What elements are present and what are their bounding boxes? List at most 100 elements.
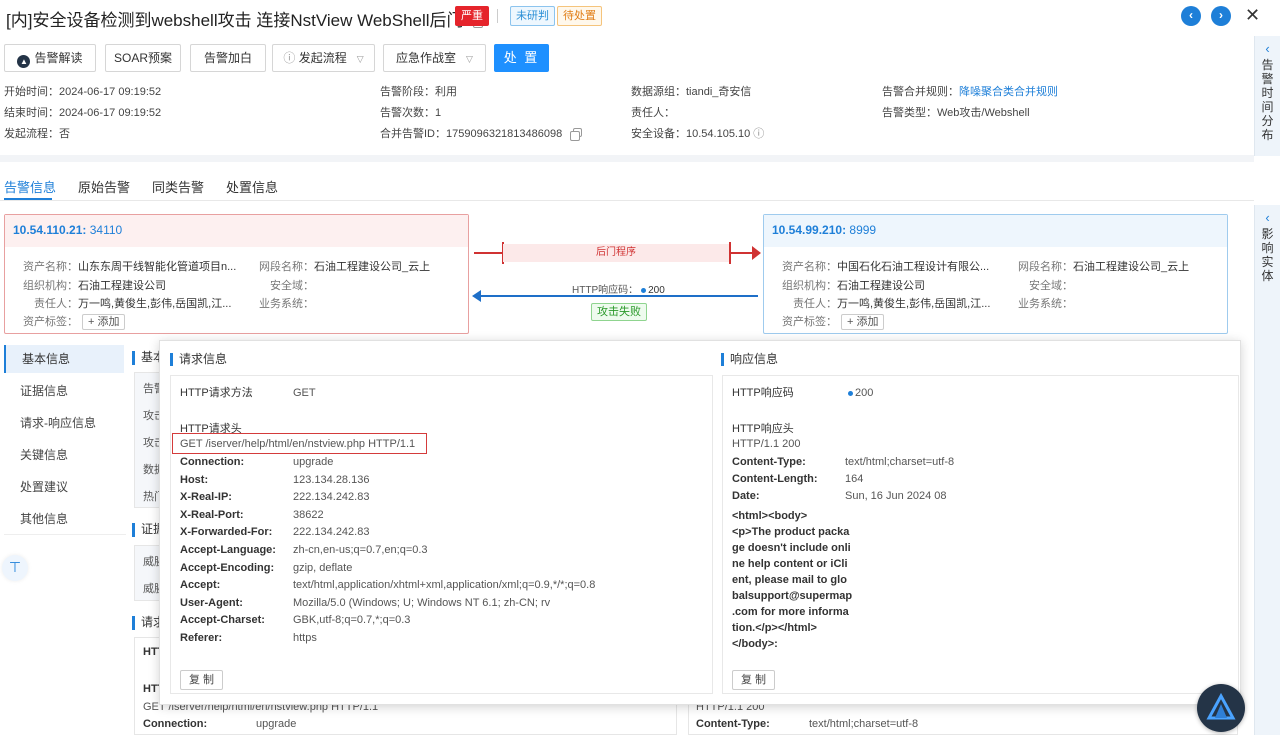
header-value: upgrade [293, 456, 334, 468]
info-icon: ⓘ [283, 51, 296, 65]
response-header-row: Content-Length: 164 [732, 473, 863, 485]
judge-status-badge: 未研判 [510, 6, 555, 26]
tab-raw-alert[interactable]: 原始告警 [78, 177, 130, 196]
source-port: 34110 [89, 223, 123, 237]
alert-whitelist-button[interactable]: 告警加白 [190, 44, 266, 72]
nav-basic-info[interactable]: 基本信息 [4, 345, 124, 373]
tab-divider [0, 200, 1254, 201]
source-biz: 业务系统： [259, 298, 314, 310]
response-info-title: 响应信息 [721, 350, 778, 367]
affected-entity-rail[interactable]: ‹ 影响实体 [1254, 205, 1280, 735]
merge-rule-link[interactable]: 降噪聚合类合并规则 [959, 86, 1058, 98]
alert-type: 告警类型：Web攻击/Webshell [882, 107, 1030, 119]
rail-char: 布 [1261, 128, 1274, 142]
header-key: Date: [732, 490, 760, 503]
assistant-logo-icon[interactable] [1197, 684, 1245, 732]
rail-char: 影 [1261, 227, 1274, 241]
copy-icon[interactable] [570, 128, 583, 141]
header-value: GBK,utf-8;q=0.7,*;q=0.3 [293, 614, 411, 627]
handle-status-badge: 待处置 [557, 6, 602, 26]
add-tag-button[interactable]: + 添加 [82, 314, 126, 330]
header-key: User-Agent: [180, 596, 243, 609]
header-key: Referer: [180, 632, 223, 644]
dest-port: 8999 [849, 223, 877, 237]
alert-time-distribution-rail[interactable]: ‹ 告警时间分布 [1254, 36, 1280, 156]
nav-key-info[interactable]: 关键信息 [4, 441, 124, 469]
prev-alert-button[interactable]: ‹ [1181, 6, 1201, 26]
handle-button[interactable]: 处 置 [494, 44, 549, 72]
alert-count: 告警次数：1 [380, 107, 442, 119]
add-tag-button[interactable]: + 添加 [841, 314, 885, 330]
alert-interpret-button[interactable]: ▲ 告警解读 [4, 44, 96, 72]
response-body-line: <html><body> [732, 510, 808, 522]
source-asset-header: 10.54.110.21: 34110 [5, 215, 468, 247]
rail-char: 警 [1261, 72, 1274, 86]
response-body-line: ge doesn't include onli [732, 542, 851, 554]
source-ip[interactable]: 10.54.110.21: [13, 223, 86, 237]
response-body-line: <p>The product packa [732, 526, 850, 538]
chevron-left-icon: ‹ [1265, 41, 1270, 56]
request-header-row: Accept-Encoding: gzip, deflate [180, 562, 352, 574]
dest-zone: 安全域： [1029, 280, 1073, 292]
info-icon[interactable]: ⓘ [753, 128, 764, 140]
war-room-dropdown[interactable]: 应急作战室 ▽ [383, 44, 486, 72]
section-divider [0, 155, 1254, 162]
request-header-row: Referer: https [180, 632, 317, 644]
rail-char: 告 [1261, 58, 1274, 72]
header-value: 222.134.242.83 [293, 526, 370, 539]
status-dot-icon [848, 390, 853, 396]
request-header-row: X-Real-IP: 222.134.242.83 [180, 491, 369, 503]
security-device: 安全设备：10.54.105.10 ⓘ [631, 128, 765, 140]
rail-char: 间 [1261, 100, 1274, 114]
back-to-top-icon[interactable]: ⊤ [2, 555, 28, 581]
dest-asset-header: 10.54.99.210: 8999 [764, 215, 1227, 247]
response-arrow-line [480, 295, 758, 297]
dest-ip[interactable]: 10.54.99.210: [772, 223, 846, 237]
nav-request-response[interactable]: 请求-响应信息 [4, 409, 124, 437]
response-status-line: HTTP/1.1 200 [732, 438, 801, 450]
copy-response-button[interactable]: 复 制 [732, 670, 776, 690]
dest-org: 组织机构：石油工程建设公司 [782, 280, 925, 292]
page-title: [内]安全设备检测到webshell攻击 连接NstView WebShell后… [6, 6, 488, 31]
end-time: 结束时间：2024-06-17 09:19:52 [4, 107, 162, 119]
header-value: Mozilla/5.0 (Windows; U; Windows NT 6.1;… [293, 596, 551, 609]
request-header-row: Connection: upgrade [180, 456, 333, 468]
source-org: 组织机构：石油工程建设公司 [23, 280, 166, 292]
soar-plan-button[interactable]: SOAR预案 [105, 44, 181, 72]
header-value: https [293, 632, 317, 644]
request-header-row: X-Forwarded-For: 222.134.242.83 [180, 526, 369, 538]
attack-type-label: 后门程序 [503, 244, 729, 262]
alert-stage: 告警阶段：利用 [380, 86, 457, 98]
header-key: X-Real-Port: [180, 508, 244, 521]
request-header-row: Accept-Charset: GBK,utf-8;q=0.7,*;q=0.3 [180, 614, 410, 626]
merge-rule: 告警合并规则：降噪聚合类合并规则 [882, 86, 1058, 98]
rail-char: 体 [1261, 269, 1274, 283]
nav-other-info[interactable]: 其他信息 [4, 505, 124, 533]
response-header-row: Content-Type: text/html;charset=utf-8 [732, 456, 954, 468]
close-icon[interactable]: ✕ [1245, 5, 1260, 26]
bg-row: Connection: [143, 718, 208, 730]
request-info-title: 请求信息 [170, 350, 227, 367]
header-value: zh-cn,en-us;q=0.7,en;q=0.3 [293, 544, 428, 556]
copy-request-button[interactable]: 复 制 [180, 670, 224, 690]
header-value: 38622 [293, 508, 324, 521]
header-key: Accept-Language: [180, 544, 276, 556]
tab-handle-info[interactable]: 处置信息 [226, 177, 278, 196]
nav-evidence-info[interactable]: 证据信息 [4, 377, 124, 405]
next-alert-button[interactable]: › [1211, 6, 1231, 26]
arrow-left-icon [472, 290, 481, 302]
ai-logo-icon: ▲ [17, 55, 31, 68]
owner: 责任人： [631, 107, 675, 119]
header-key: Content-Type: [732, 456, 806, 468]
tab-alert-info[interactable]: 告警信息 [4, 177, 56, 196]
header-key: Accept: [180, 579, 221, 592]
arrow-right-icon [752, 246, 761, 260]
start-flow-dropdown[interactable]: ⓘ 发起流程 ▽ [272, 44, 375, 72]
nav-handle-suggestion[interactable]: 处置建议 [4, 473, 124, 501]
response-headers-title: HTTP响应头 [732, 423, 794, 435]
tab-similar-alert[interactable]: 同类告警 [152, 177, 204, 196]
dest-asset-name: 资产名称：中国石化石油工程设计有限公... [782, 261, 990, 273]
response-code-label: HTTP响应码： 200 [572, 285, 665, 296]
flow-status: 发起流程：否 [4, 128, 70, 140]
severity-badge: 严重 [455, 6, 489, 26]
